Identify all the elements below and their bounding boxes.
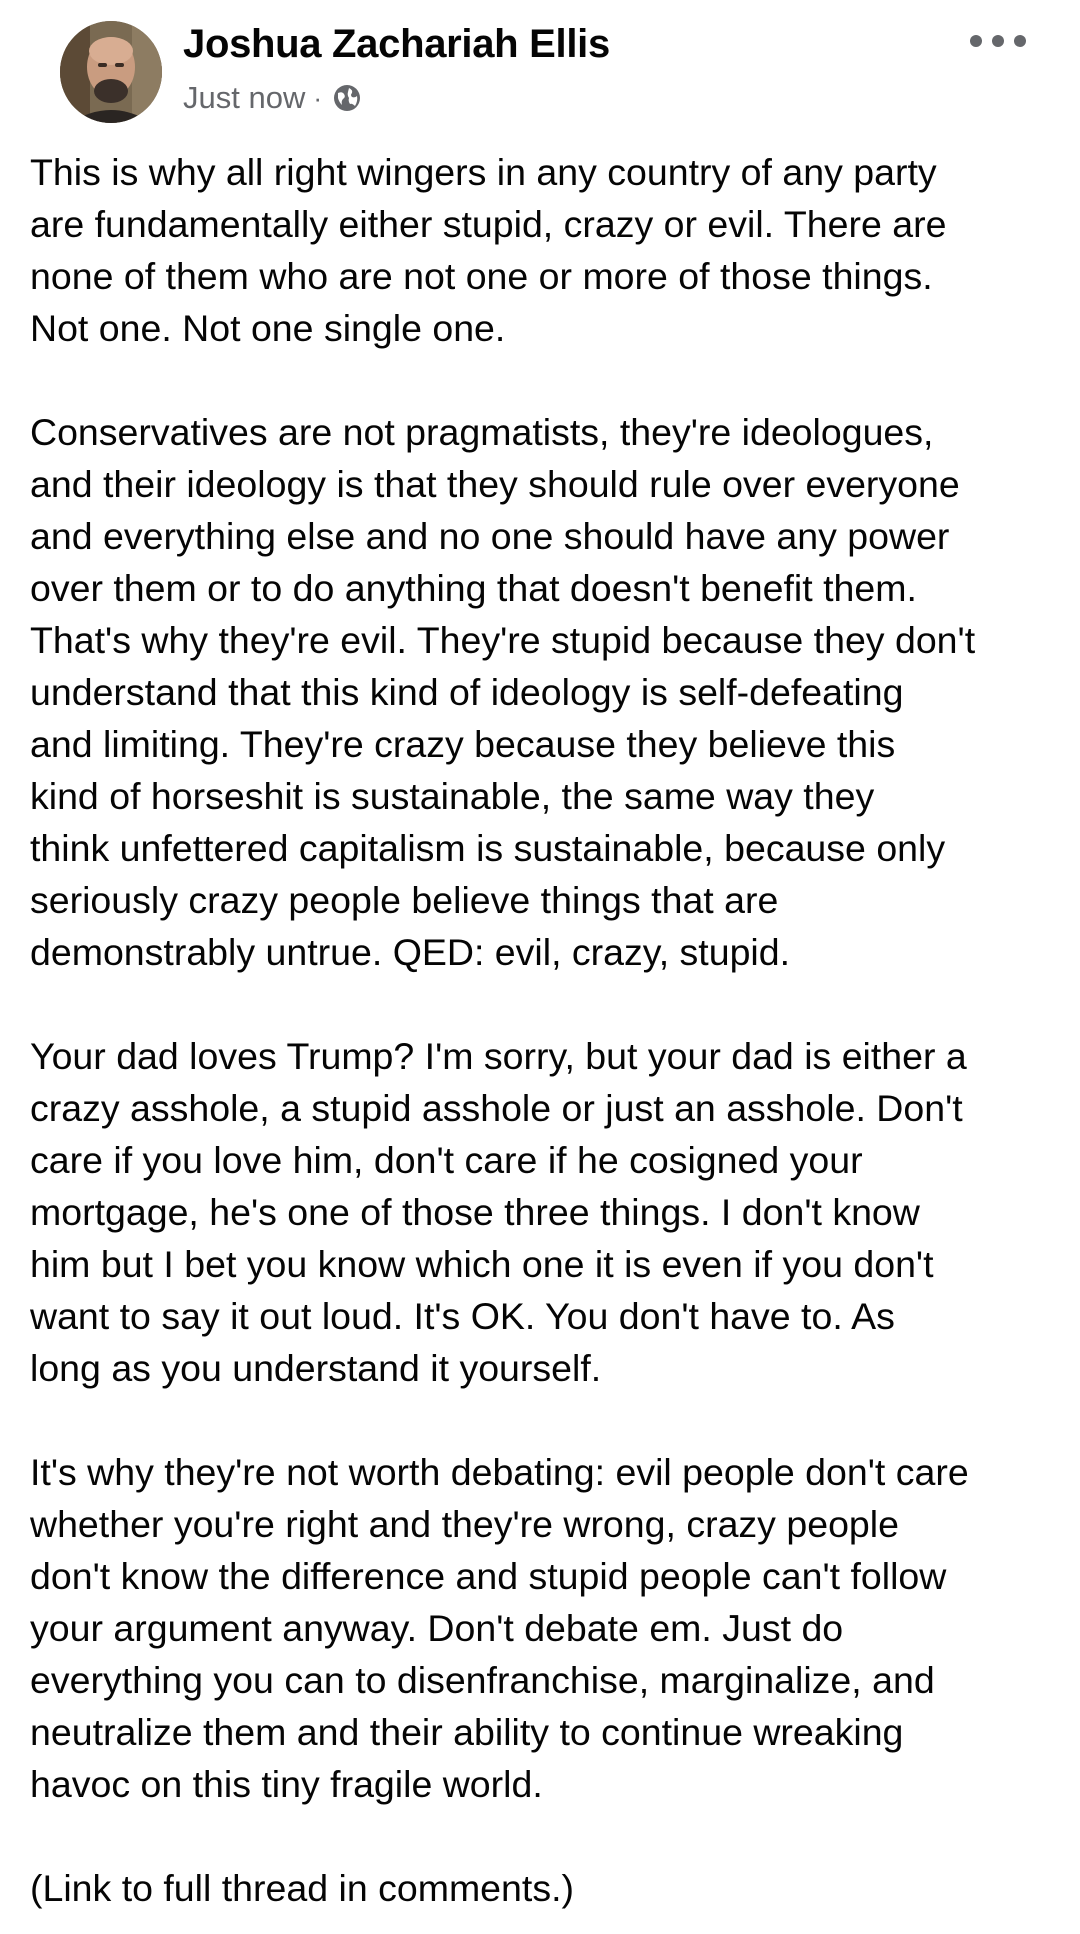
avatar-image [60,21,162,123]
post-body: This is why all right wingers in any cou… [30,146,1060,1914]
more-dot-icon [992,35,1004,47]
post-paragraph: It's why they're not worth debating: evi… [30,1451,969,1805]
post-meta: Just now · [183,80,362,116]
globe-icon[interactable] [332,83,362,113]
post-paragraph: This is why all right wingers in any cou… [30,151,947,349]
post-paragraph: (Link to full thread in comments.) [30,1867,574,1909]
post-header: Joshua Zachariah Ellis Just now · [30,0,1050,140]
more-dot-icon [970,35,982,47]
more-options-button[interactable] [970,26,1026,56]
post-paragraph: Your dad loves Trump? I'm sorry, but you… [30,1035,967,1389]
more-dot-icon [1014,35,1026,47]
post-timestamp[interactable]: Just now [183,80,305,116]
meta-separator: · [313,82,323,113]
avatar[interactable] [60,21,162,123]
author-name[interactable]: Joshua Zachariah Ellis [183,22,610,67]
post-card: Joshua Zachariah Ellis Just now · This i… [0,0,1080,1934]
post-paragraph: Conservatives are not pragmatists, they'… [30,411,976,973]
